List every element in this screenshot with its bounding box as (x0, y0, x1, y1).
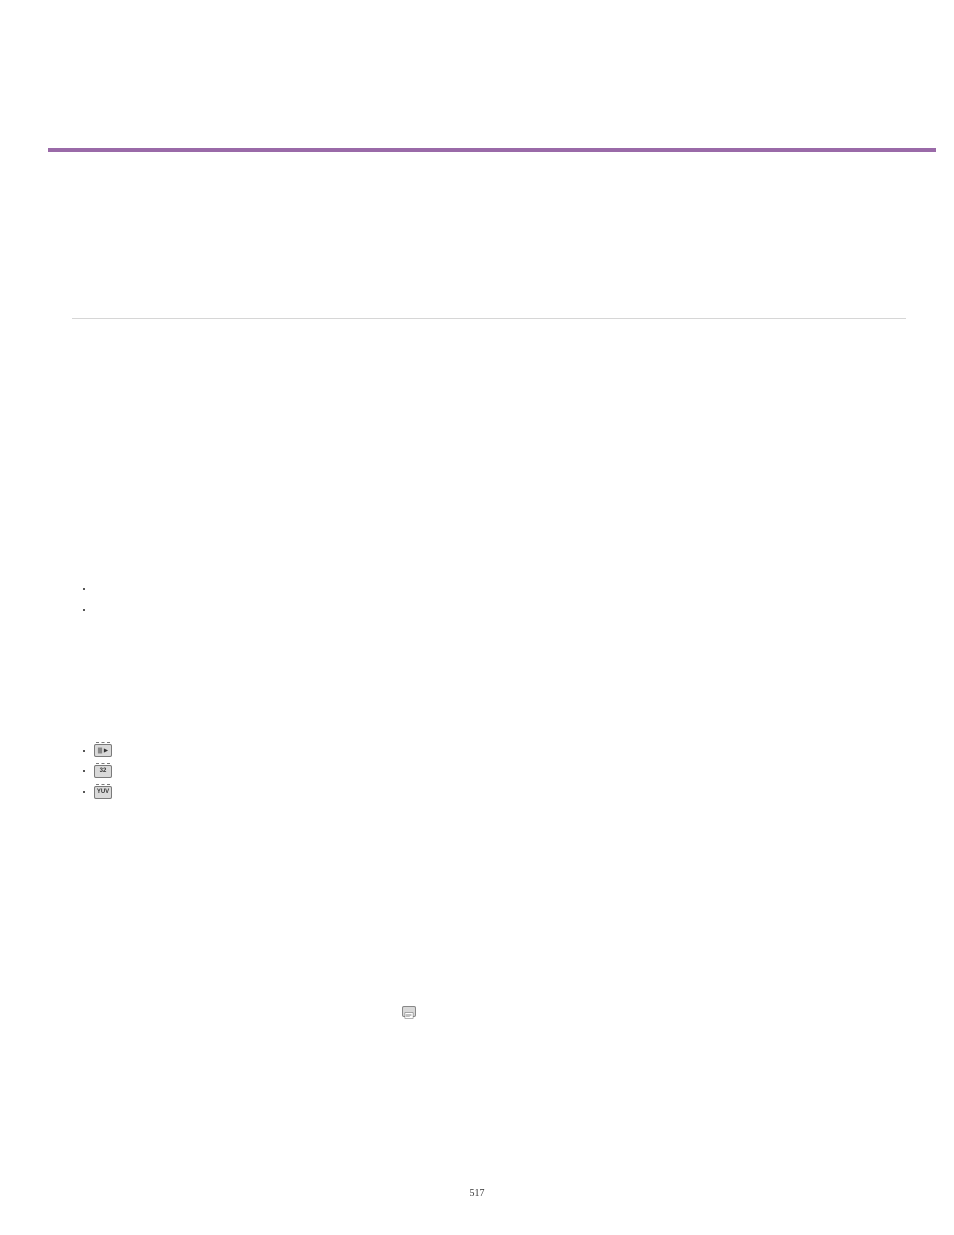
header-rule (48, 148, 936, 152)
icon-label: YUV (97, 789, 109, 795)
film-play-icon (94, 744, 112, 757)
page-content: 32 YUV (72, 310, 906, 1021)
list-item (94, 600, 906, 621)
thirtytwo-icon: 32 (94, 765, 112, 778)
list-item: YUV (94, 782, 906, 803)
bullet-list-1 (72, 579, 906, 621)
section-rule (72, 318, 906, 319)
list-item (94, 741, 906, 762)
list-item (94, 579, 906, 600)
yuv-icon: YUV (94, 786, 112, 799)
page-number: 517 (0, 1188, 954, 1199)
page-number-text: 517 (470, 1188, 485, 1199)
document-icon (402, 1006, 416, 1017)
icon-label: 32 (100, 768, 107, 774)
list-item: 32 (94, 761, 906, 782)
icon-list: 32 YUV (72, 741, 906, 803)
inline-icon-row (72, 1003, 906, 1021)
